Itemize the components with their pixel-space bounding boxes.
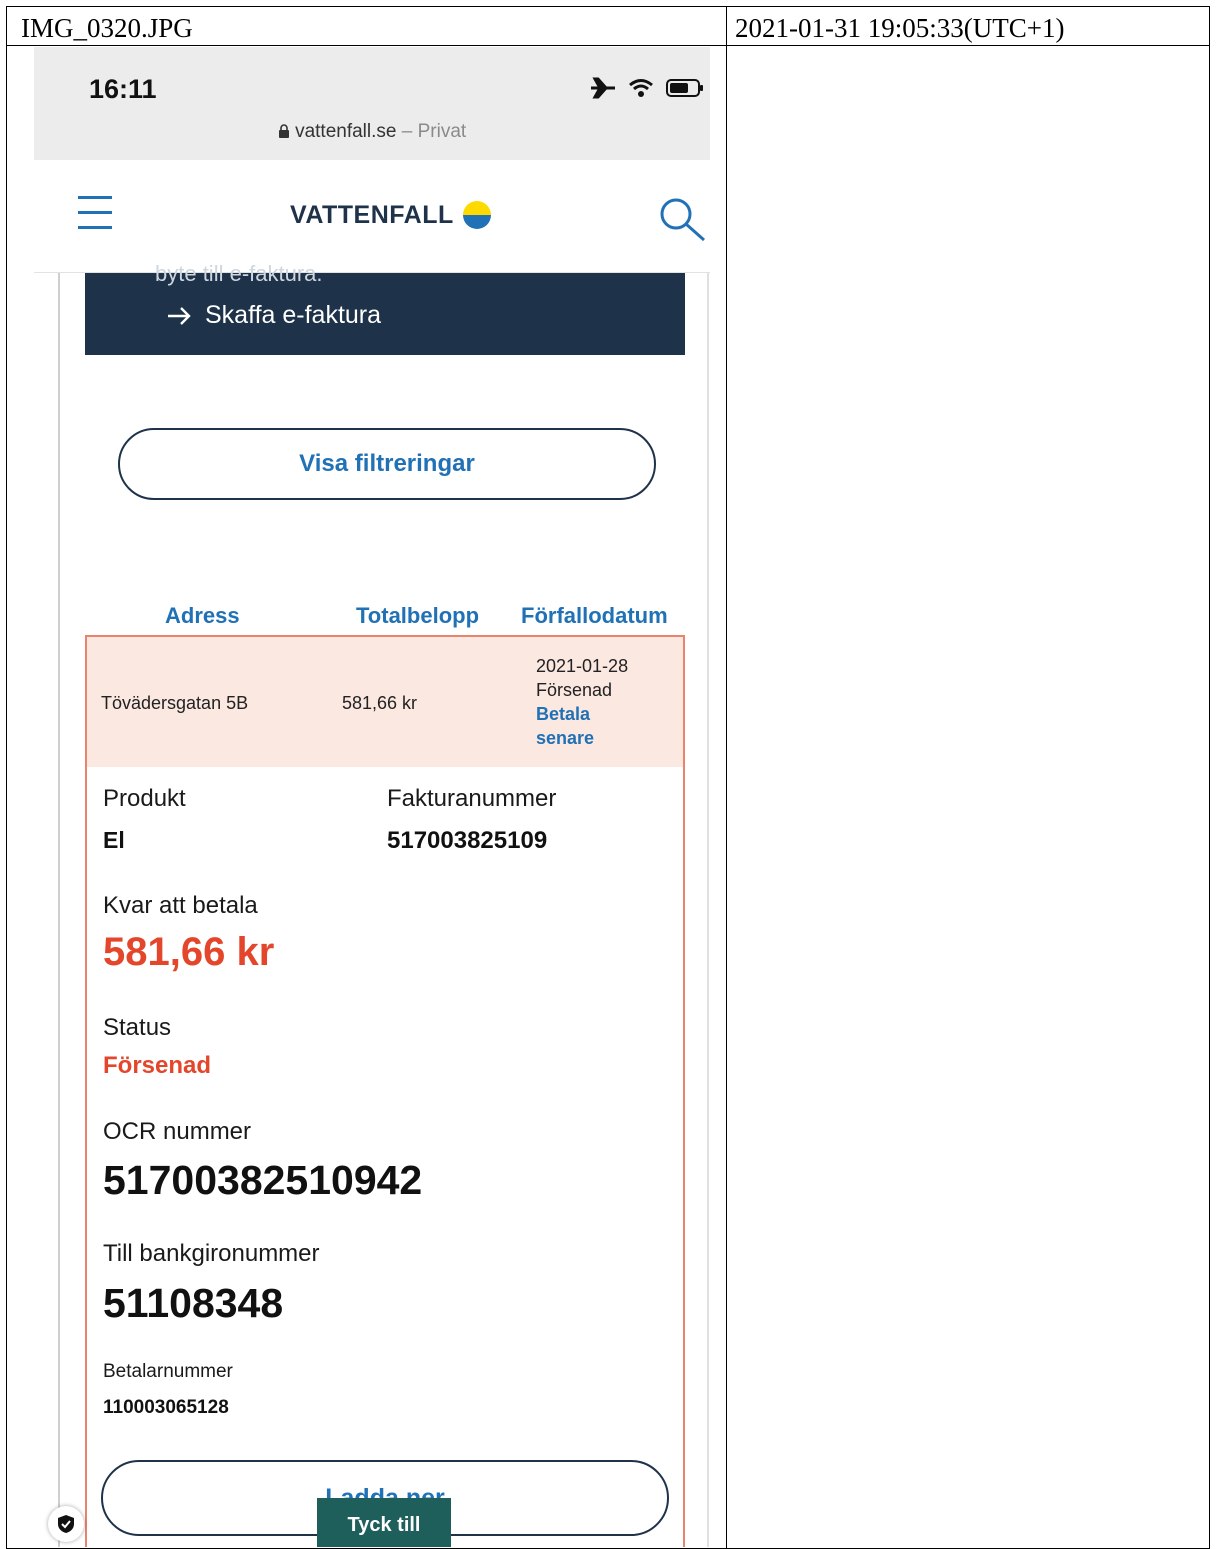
hamburger-icon[interactable]: [78, 196, 112, 230]
wifi-icon: [629, 79, 653, 97]
remaining-label: Kvar att betala: [103, 892, 258, 919]
ocr-label: OCR nummer: [103, 1118, 252, 1145]
invoice-number-label: Fakturanummer: [387, 785, 557, 812]
bankgiro-value: 51108348: [103, 1280, 284, 1326]
status-label: Status: [103, 1014, 172, 1041]
search-icon[interactable]: [658, 196, 706, 242]
column-divider: [726, 7, 727, 1548]
invoice-total: 581,66 kr: [342, 693, 418, 713]
battery-icon: [666, 79, 703, 97]
column-header-due-date[interactable]: Förfallodatum: [521, 603, 668, 629]
pay-later-label-2: senare: [536, 728, 595, 748]
status-icons: [590, 77, 704, 99]
payer-number-value: 110003065128: [103, 1397, 229, 1418]
content-border: [58, 273, 60, 1547]
content-border: [707, 273, 709, 1547]
invoice-card: Tövädersgatan 5B 581,66 kr 2021-01-28 Fö…: [85, 635, 685, 1547]
timestamp-label: 2021-01-31 19:05:33(UTC+1): [735, 13, 1065, 43]
product-value: El: [103, 827, 125, 853]
invoice-number-value: 517003825109: [387, 827, 548, 854]
filename-label: IMG_0320.JPG: [21, 13, 193, 43]
due-date: 2021-01-28: [536, 656, 629, 676]
due-status: Försenad: [536, 680, 613, 700]
invoice-summary-row[interactable]: Tövädersgatan 5B 581,66 kr 2021-01-28 Fö…: [87, 637, 683, 767]
lock-icon: [278, 124, 289, 138]
bankgiro-label: Till bankgironummer: [103, 1240, 320, 1267]
status-value: Försenad: [103, 1052, 212, 1079]
shield-icon[interactable]: [48, 1506, 84, 1542]
payer-number-label: Betalarnummer: [103, 1361, 233, 1382]
banner-link-label: Skaffa e-faktura: [205, 301, 382, 329]
airplane-icon: [591, 77, 615, 99]
pay-later-link[interactable]: Betala senare: [536, 702, 628, 750]
pay-later-label-1: Betala: [536, 704, 591, 724]
address-bar[interactable]: vattenfall.se – Privat: [34, 121, 710, 143]
banner-cut-text: byte till e-faktura.: [155, 261, 323, 286]
logo-text: VATTENFALL: [290, 200, 454, 229]
column-header-total[interactable]: Totalbelopp: [356, 603, 479, 629]
remaining-value: 581,66 kr: [103, 930, 275, 974]
ocr-value: 51700382510942: [103, 1157, 423, 1203]
url-text: vattenfall.se: [295, 121, 397, 142]
header-divider: [7, 45, 1209, 46]
product-label: Produkt: [103, 785, 186, 812]
site-header: VATTENFALL: [34, 160, 710, 273]
status-bar: 16:11 vattenfall.se – Privat: [34, 47, 710, 160]
sun-logo-icon: [462, 201, 491, 229]
clock: 16:11: [89, 74, 157, 104]
vattenfall-logo[interactable]: VATTENFALL: [290, 200, 492, 230]
phone-screenshot: 16:11 vattenfall.se – Privat VATTENFALL …: [34, 47, 710, 1547]
feedback-tab[interactable]: Tyck till: [317, 1498, 451, 1547]
invoice-address: Tövädersgatan 5B: [101, 693, 249, 713]
column-header-address[interactable]: Adress: [165, 603, 240, 629]
invoice-due-cell: 2021-01-28 Försenad Betala senare: [536, 654, 628, 750]
url-mode: – Privat: [401, 121, 467, 142]
get-e-invoice-link[interactable]: Skaffa e-faktura: [167, 301, 381, 330]
arrow-right-icon: [168, 306, 191, 325]
show-filters-button[interactable]: Visa filtreringar: [118, 428, 656, 500]
e-invoice-banner: byte till e-faktura. Skaffa e-faktura: [85, 261, 685, 355]
